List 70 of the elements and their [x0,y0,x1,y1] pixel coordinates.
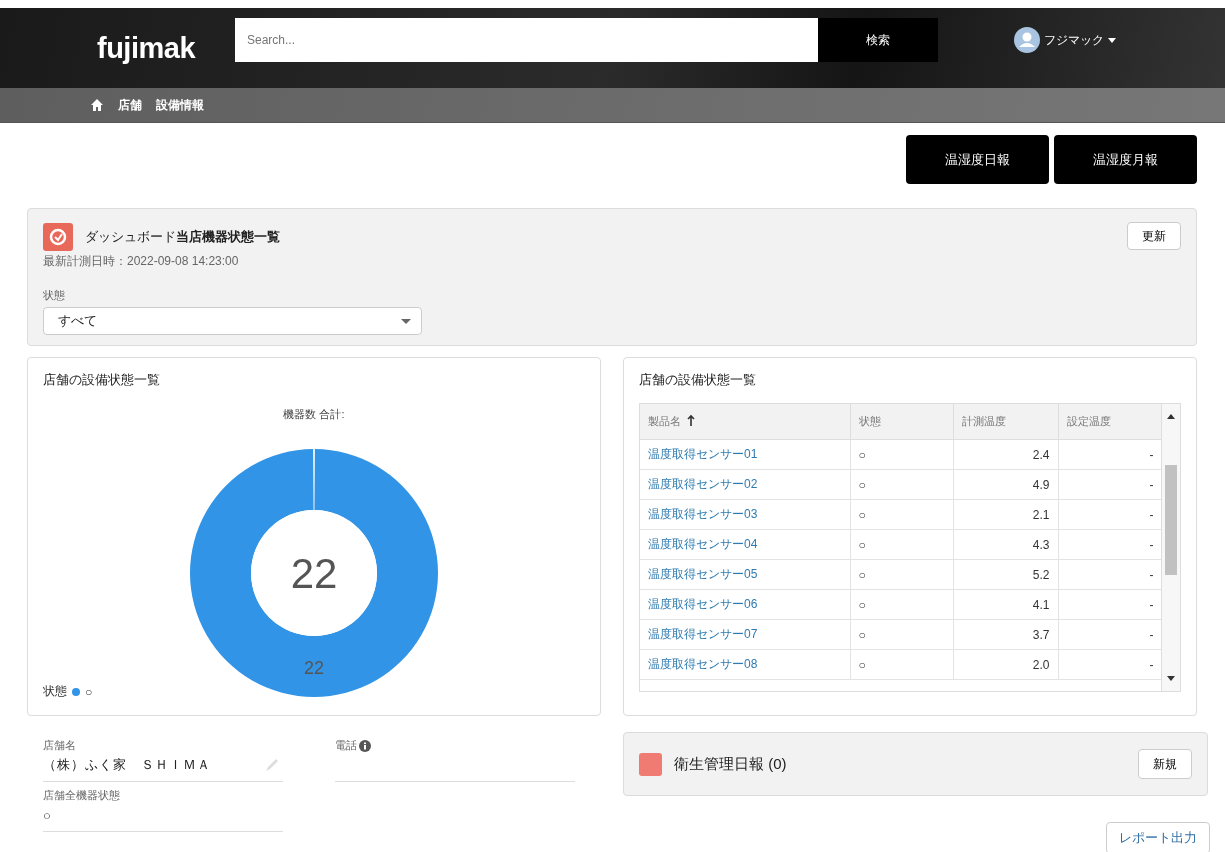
table-cell: 2.4 [953,439,1058,470]
filter-label: 状態 [43,288,66,303]
table-cell: ○ [850,469,953,500]
measured-time: 最新計測日時：2022-09-08 14:23:00 [43,253,240,270]
table-cell: 4.3 [953,529,1058,560]
field-label: 店舗全機器状態 [43,788,120,803]
product-link[interactable]: 温度取得センサー04 [648,537,758,551]
table-cell: ○ [850,589,953,620]
table-cell: ○ [850,649,953,680]
scroll-down-icon[interactable] [1167,676,1176,681]
product-link[interactable]: 温度取得センサー07 [648,627,758,641]
report-button[interactable]: 温湿度月報 [1054,135,1197,184]
column-header[interactable]: 設定温度 [1058,404,1162,440]
search-button[interactable]: 検索 [818,18,938,62]
product-link[interactable]: 温度取得センサー03 [648,507,758,521]
product-link[interactable]: 温度取得センサー08 [648,657,758,671]
table-cell: 4.9 [953,469,1058,500]
chart-title: 機器数 合計: [283,408,345,420]
product-link[interactable]: 温度取得センサー05 [648,567,758,581]
product-link[interactable]: 温度取得センサー01 [648,447,758,461]
column-header[interactable]: 製品名 [640,404,850,440]
total-value: 22 [290,550,338,597]
report-icon [639,752,662,776]
table-cell: 2.1 [953,499,1058,530]
product-link[interactable]: 温度取得センサー02 [648,477,758,491]
logo: fujimak [97,31,197,65]
info-icon[interactable] [359,739,371,752]
card-title: 店舗の設備状態一覧 [43,371,161,389]
legend-title: 状態 [43,683,67,700]
dashboard-title: ダッシュボード当店機器状態一覧 [85,228,280,246]
table-cell: ○ [850,499,953,530]
data-label: 22 [304,657,324,678]
donut-slice[interactable] [190,449,438,697]
table-cell: 4.1 [953,589,1058,620]
card-title: 店舗の設備状態一覧 [639,371,757,389]
table-cell: ○ [850,439,953,470]
user-menu[interactable]: フジマック [1044,31,1116,49]
status-dropdown[interactable]: すべて [43,307,422,335]
table-cell: 2.0 [953,649,1058,680]
breadcrumb-link[interactable]: 店舗 [118,96,142,114]
refresh-button[interactable]: 更新 [1127,222,1181,250]
scroll-up-icon[interactable] [1167,414,1176,419]
table-cell: ○ [850,559,953,590]
report-button[interactable]: 温湿度日報 [906,135,1049,184]
dashboard-icon [43,223,73,251]
caret-icon [1108,37,1116,43]
column-header[interactable]: 状態 [850,404,953,440]
table-cell: 5.2 [953,559,1058,590]
search-field[interactable]: Search... [235,18,818,62]
table-cell: 3.7 [953,619,1058,650]
table-cell: ○ [850,529,953,560]
new-button[interactable]: 新規 [1138,749,1192,779]
field-label: 店舗名 [43,738,76,753]
field-label: 電話 [335,738,357,753]
home-icon[interactable] [90,98,104,112]
caret-icon [401,318,411,324]
card-title: 衛生管理日報 (0) [674,754,787,774]
scrollbar-thumb[interactable] [1165,465,1177,575]
field-value: ○ [43,807,52,823]
product-link[interactable]: 温度取得センサー06 [648,597,758,611]
avatar-icon[interactable] [1014,27,1040,53]
field-value: （株）ふく家 ＳＨＩＭＡ [43,756,211,774]
column-header[interactable]: 計測温度 [953,404,1058,440]
table-cell: ○ [850,619,953,650]
report-export-button[interactable]: レポート出力 [1106,822,1210,852]
scrollbar[interactable] [1161,404,1180,691]
sort-arrow-icon [687,414,695,426]
legend-label: ○ [85,684,93,699]
legend-dot [72,687,80,696]
breadcrumb-link[interactable]: 設備情報 [156,96,204,114]
